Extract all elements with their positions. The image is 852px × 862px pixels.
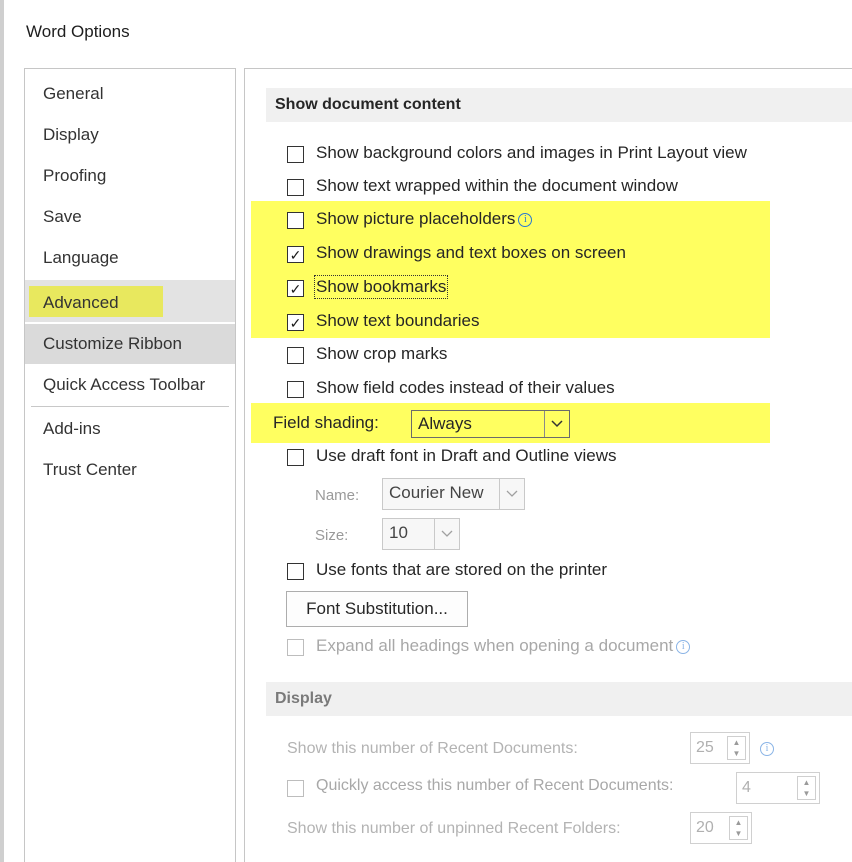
chevron-down-icon: [544, 411, 569, 437]
checkbox[interactable]: [287, 146, 304, 163]
recent-documents-spinner[interactable]: 25 ▲ ▼: [690, 732, 750, 764]
info-icon[interactable]: i: [518, 213, 533, 227]
checkbox[interactable]: [287, 347, 304, 364]
checkmark-icon: ✓: [289, 246, 302, 263]
window-frame: [0, 0, 4, 862]
sidebar-item-general[interactable]: General: [25, 75, 235, 113]
sidebar-item-quick-access-toolbar[interactable]: Quick Access Toolbar: [25, 366, 235, 404]
field-shading-label: Field shading:: [273, 413, 379, 432]
checkbox[interactable]: [287, 563, 304, 580]
sidebar-item-advanced[interactable]: Advanced: [25, 280, 235, 322]
spinner-arrows-icon[interactable]: ▲ ▼: [729, 816, 748, 840]
section-header-show-document-content: Show document content: [266, 88, 852, 122]
spinner-arrows-icon[interactable]: ▲ ▼: [727, 736, 746, 760]
recent-documents-label: Show this number of Recent Documents:: [287, 740, 578, 757]
checkmark-icon: ✓: [289, 280, 302, 297]
draft-font-name-label: Name:: [315, 487, 360, 504]
checkbox[interactable]: [287, 639, 304, 656]
font-substitution-button[interactable]: Font Substitution...: [286, 591, 468, 627]
sidebar-item-language[interactable]: Language: [25, 239, 235, 277]
sidebar-item-save[interactable]: Save: [25, 198, 235, 236]
draft-font-name-select[interactable]: Courier New: [382, 478, 525, 510]
word-options-dialog: Word Options General Display Proofing Sa…: [0, 0, 852, 862]
info-icon[interactable]: i: [760, 742, 774, 756]
checkbox[interactable]: [287, 780, 304, 797]
recent-folders-label: Show this number of unpinned Recent Fold…: [287, 820, 621, 837]
sidebar-item-proofing[interactable]: Proofing: [25, 157, 235, 195]
sidebar-item-add-ins[interactable]: Add-ins: [25, 410, 235, 448]
dialog-title: Word Options: [26, 22, 130, 41]
checkbox-checked[interactable]: ✓: [287, 314, 304, 331]
options-sidebar: General Display Proofing Save Language A…: [24, 68, 236, 862]
info-icon[interactable]: i: [676, 640, 691, 654]
checkbox-checked[interactable]: ✓: [287, 246, 304, 263]
chevron-down-icon: [434, 519, 459, 549]
checkbox[interactable]: [287, 179, 304, 196]
checkbox[interactable]: [287, 381, 304, 398]
checkbox-checked[interactable]: ✓: [287, 280, 304, 297]
draft-font-size-label: Size:: [315, 527, 349, 544]
draft-font-size-select[interactable]: 10: [382, 518, 460, 550]
spinner-arrows-icon[interactable]: ▲ ▼: [797, 776, 816, 800]
chevron-down-icon: [499, 479, 524, 509]
sidebar-item-customize-ribbon[interactable]: Customize Ribbon: [25, 324, 235, 364]
sidebar-item-trust-center[interactable]: Trust Center: [25, 451, 235, 489]
checkbox[interactable]: [287, 449, 304, 466]
quick-access-count-spinner[interactable]: 4 ▲ ▼: [736, 772, 820, 804]
checkbox[interactable]: [287, 212, 304, 229]
sidebar-item-display[interactable]: Display: [25, 116, 235, 154]
section-header-display: Display: [266, 682, 852, 716]
sidebar-divider: [31, 406, 229, 407]
checkmark-icon: ✓: [289, 314, 302, 331]
field-shading-select[interactable]: Always: [411, 410, 570, 438]
recent-folders-spinner[interactable]: 20 ▲ ▼: [690, 812, 752, 844]
